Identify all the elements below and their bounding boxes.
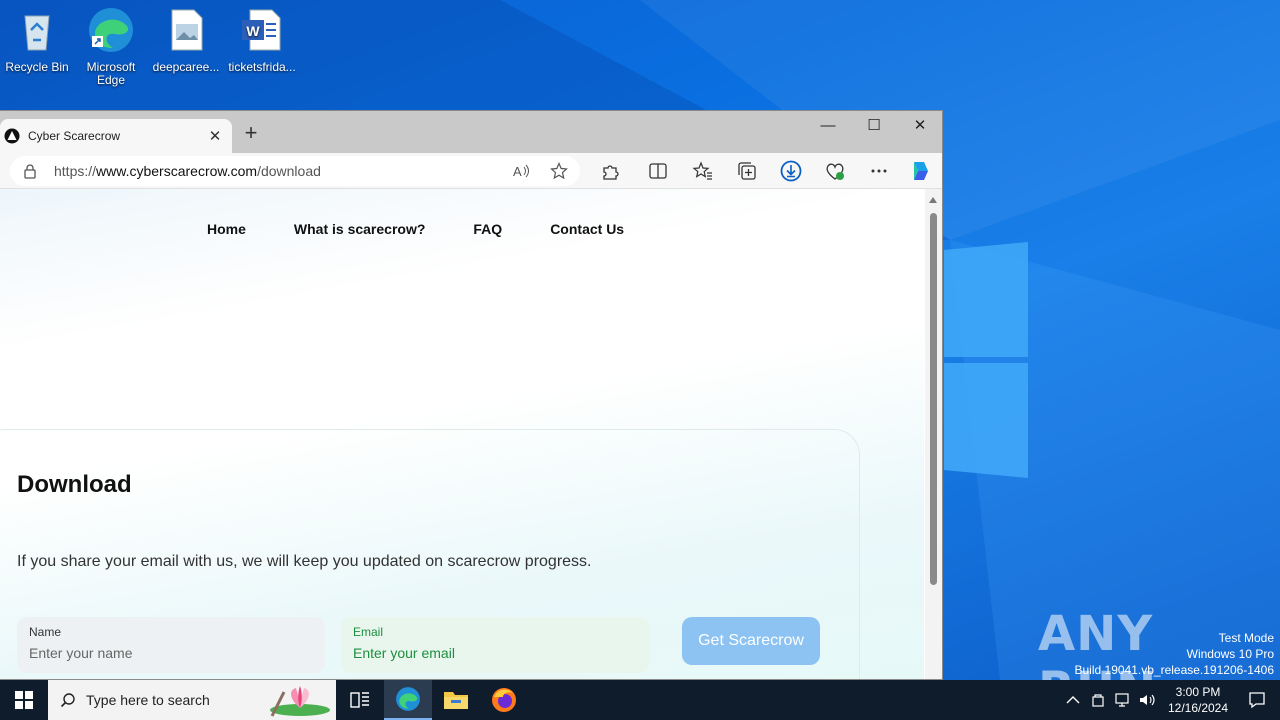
email-field[interactable]: Email Enter your email — [341, 617, 649, 673]
favorite-star-icon[interactable] — [550, 162, 568, 180]
network-icon[interactable] — [1114, 692, 1132, 708]
svg-text:A: A — [513, 164, 522, 179]
read-aloud-icon[interactable]: A — [512, 162, 530, 180]
favorites-icon[interactable] — [692, 160, 714, 182]
downloads-icon[interactable] — [780, 160, 802, 182]
file-explorer-icon — [444, 692, 468, 709]
svg-text:W: W — [246, 23, 260, 39]
more-options-icon[interactable] — [868, 160, 890, 182]
minimize-button[interactable]: — — [805, 111, 851, 141]
nav-contact-us[interactable]: Contact Us — [550, 221, 624, 237]
url-path: /download — [257, 163, 321, 179]
clock-date: 12/16/2024 — [1167, 701, 1229, 715]
start-button[interactable] — [0, 680, 48, 720]
new-tab-button[interactable]: + — [240, 122, 262, 145]
search-placeholder: Type here to search — [86, 692, 210, 708]
address-bar[interactable]: https://www.cyberscarecrow.com/download … — [10, 156, 580, 186]
url-host: www.cyberscarecrow.com — [96, 163, 258, 179]
clock-time: 3:00 PM — [1175, 685, 1221, 699]
taskbar-file-explorer[interactable] — [432, 680, 480, 720]
name-field[interactable]: Name Enter your name — [17, 617, 325, 673]
watermark-line-1: Test Mode — [1218, 631, 1274, 645]
show-hidden-icons-icon[interactable] — [1066, 695, 1080, 705]
site-nav: Home What is scarecrow? FAQ Contact Us — [207, 221, 672, 237]
search-icon — [60, 693, 75, 708]
search-highlight-icon — [270, 686, 330, 717]
email-label: Email — [353, 625, 384, 639]
tab-cyber-scarecrow[interactable]: Cyber Scarecrow ✕ — [0, 119, 232, 153]
deepcareer-label: deepcaree... — [152, 60, 220, 74]
tab-title: Cyber Scarecrow — [28, 129, 121, 143]
email-input[interactable]: Enter your email — [353, 645, 637, 661]
browser-essentials-icon[interactable] — [824, 160, 846, 182]
task-view-button[interactable] — [336, 680, 384, 720]
recycle-bin-desktop-icon[interactable]: Recycle Bin — [1, 6, 73, 74]
url-text: https://www.cyberscarecrow.com/download — [54, 163, 512, 179]
web-page: Home What is scarecrow? FAQ Contact Us D… — [0, 189, 924, 679]
edge-taskbar-icon — [396, 687, 420, 711]
taskbar-firefox[interactable] — [480, 680, 528, 720]
scarecrow-favicon-icon — [4, 128, 20, 144]
copilot-icon[interactable] — [909, 159, 933, 183]
taskbar-edge[interactable] — [384, 680, 432, 720]
extensions-icon[interactable] — [599, 160, 621, 182]
watermark-line-3: Build 19041.vb_release.191206-1406 — [1074, 663, 1275, 677]
word-document-icon: W — [242, 9, 281, 51]
tab-bar: Cyber Scarecrow ✕ + — ☐ ✕ — [0, 111, 942, 153]
name-input[interactable]: Enter your name — [29, 645, 313, 661]
taskbar: Type here to search 3:00 PM 12/16/2024 — [0, 680, 1280, 720]
taskbar-search-box[interactable]: Type here to search — [48, 680, 336, 720]
watermark-line-2: Windows 10 Pro — [1186, 647, 1274, 661]
deepcareer-desktop-icon[interactable]: deepcaree... — [150, 6, 222, 74]
tickets-desktop-icon[interactable]: W ticketsfrida... — [226, 6, 298, 74]
taskbar-clock[interactable]: 3:00 PM 12/16/2024 — [1162, 684, 1234, 716]
edge-icon — [89, 8, 133, 52]
nav-home[interactable]: Home — [207, 221, 246, 237]
maximize-button[interactable]: ☐ — [851, 111, 897, 141]
url-prefix: https:// — [54, 163, 97, 179]
name-label: Name — [29, 625, 62, 639]
edge-label: Microsoft Edge — [86, 60, 136, 87]
tickets-label: ticketsfrida... — [228, 60, 296, 74]
get-scarecrow-button[interactable]: Get Scarecrow — [682, 617, 820, 665]
windows-start-icon — [15, 691, 33, 709]
download-heading: Download — [17, 471, 132, 498]
tab-close-icon[interactable]: ✕ — [206, 127, 224, 145]
nav-faq[interactable]: FAQ — [473, 221, 502, 237]
security-tray-icon[interactable] — [1090, 692, 1106, 708]
windows-logo-wallpaper — [944, 242, 1028, 478]
collections-icon[interactable] — [736, 160, 758, 182]
firefox-icon — [492, 688, 516, 712]
action-center-button[interactable] — [1234, 680, 1280, 720]
notification-icon — [1249, 692, 1265, 709]
lock-icon[interactable] — [22, 163, 38, 179]
system-tray: 3:00 PM 12/16/2024 — [1066, 680, 1280, 720]
scroll-up-arrow-icon[interactable] — [929, 197, 937, 203]
volume-icon[interactable] — [1138, 692, 1156, 708]
close-window-button[interactable]: ✕ — [897, 111, 942, 141]
nav-what-is-scarecrow[interactable]: What is scarecrow? — [294, 221, 426, 237]
test-mode-watermark: Test Mode Windows 10 Pro Build 19041.vb_… — [1075, 630, 1275, 678]
image-file-icon — [171, 9, 203, 51]
recycle-bin-label: Recycle Bin — [5, 60, 69, 74]
scrollbar-thumb[interactable] — [930, 213, 937, 585]
recycle-bin-icon — [24, 15, 50, 51]
split-screen-icon[interactable] — [647, 160, 669, 182]
browser-window: Cyber Scarecrow ✕ + — ☐ ✕ https://www.cy… — [0, 110, 943, 680]
edge-desktop-icon[interactable]: Microsoft Edge — [75, 6, 147, 87]
download-description: If you share your email with us, we will… — [17, 553, 592, 570]
page-scrollbar[interactable] — [925, 189, 942, 679]
task-view-icon — [350, 692, 369, 708]
browser-toolbar: https://www.cyberscarecrow.com/download … — [0, 153, 942, 189]
